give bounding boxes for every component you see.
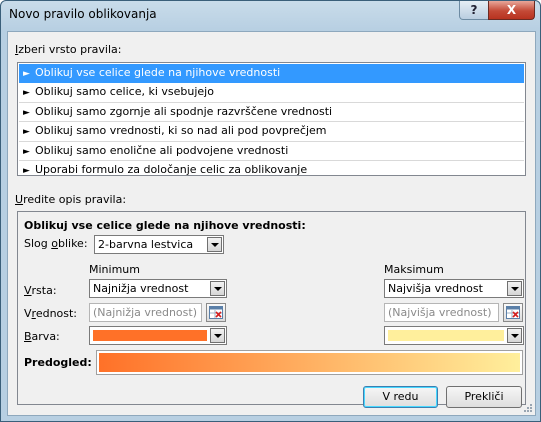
value-label: Vrednost: [24,307,78,320]
minimum-value-placeholder: (Najnižja vrednost) [93,306,197,319]
chevron-down-icon[interactable] [507,328,522,343]
dialog-body: Izberi vrsto pravila: ► Oblikuj vse celic… [7,31,536,416]
rule-item-all-cells[interactable]: ► Oblikuj vse celice glede na njihove vre… [19,64,524,84]
rule-type-list[interactable]: ► Oblikuj vse celice glede na njihove vre… [17,62,526,176]
preview-gradient [99,353,520,372]
maximum-value-input[interactable]: (Najvišja vrednost) [384,303,499,322]
arrow-right-icon: ► [23,165,30,176]
resize-grip-icon[interactable] [523,403,533,413]
minimum-value-input[interactable]: (Najnižja vrednost) [89,303,202,322]
rule-description-panel: Oblikuj vse celice glede na njihove vred… [17,211,526,405]
preview-label: Predogled: [24,356,92,369]
rule-item-contains[interactable]: ► Oblikuj samo celice, ki vsebujejo [19,83,524,103]
format-style-value: 2-barvna lestvica [98,238,194,251]
rule-item-label: Oblikuj vse celice glede na njihove vred… [35,66,281,79]
rule-description-label: Uredite opis pravila: [15,193,127,206]
arrow-right-icon: ► [23,127,30,138]
format-style-select[interactable]: 2-barvna lestvica [94,235,224,254]
dialog-window: Novo pravilo oblikovanja ? X Izberi vrst… [0,0,541,422]
title-bar[interactable]: Novo pravilo oblikovanja ? X [1,1,540,31]
type-label: Vrsta: [24,284,57,297]
rule-item-label: Oblikuj samo enolične ali podvojene vred… [35,143,289,157]
rule-type-label: Izberi vrsto pravila: [15,43,122,56]
close-button[interactable]: X [488,1,535,20]
dialog-title: Novo pravilo oblikovanja [9,7,157,21]
arrow-right-icon: ► [23,88,30,99]
rule-item-unique-duplicate[interactable]: ► Oblikuj samo enolične ali podvojene vre… [19,142,524,161]
description-heading: Oblikuj vse celice glede na njihove vred… [24,219,306,232]
rule-item-top-bottom[interactable]: ► Oblikuj samo zgornje ali spodnje razvrš… [19,103,524,123]
range-picker-icon [209,306,223,319]
rule-item-label: Oblikuj samo zgornje ali spodnje razvršč… [35,104,333,118]
chevron-down-icon[interactable] [210,281,225,296]
minimum-color-select[interactable] [89,326,227,345]
help-button[interactable]: ? [459,1,489,20]
minimum-range-picker-button[interactable] [206,303,226,322]
maximum-color-select[interactable] [384,326,524,345]
maximum-color-swatch [388,330,504,341]
preview-box [96,350,523,375]
rule-item-formula[interactable]: ► Uporabi formulo za določanje celic za o… [19,161,524,179]
maximum-type-select[interactable]: Najvišja vrednost [384,279,524,298]
rule-item-label: Oblikuj samo celice, ki vsebujejo [35,85,214,99]
maximum-type-value: Najvišja vrednost [388,282,483,295]
chevron-down-icon[interactable] [207,237,222,252]
minimum-type-select[interactable]: Najnižja vrednost [89,279,227,298]
chevron-down-icon[interactable] [507,281,522,296]
arrow-right-icon: ► [23,69,30,79]
rule-item-above-below-average[interactable]: ► Oblikuj samo vrednosti, ki so nad ali p… [19,122,524,142]
minimum-type-value: Najnižja vrednost [93,282,189,295]
chevron-down-icon[interactable] [210,328,225,343]
range-picker-icon [506,306,520,319]
minimum-header: Minimum [89,263,140,276]
rule-item-label: Uporabi formulo za določanje celic za ob… [35,162,308,176]
minimum-color-swatch [93,330,207,341]
arrow-right-icon: ► [23,146,30,157]
arrow-right-icon: ► [23,107,30,118]
format-style-label: Slog oblike: [24,237,88,250]
cancel-button[interactable]: Prekliči [446,386,522,408]
ok-button[interactable]: V redu [363,386,438,408]
color-label: Barva: [24,330,60,343]
maximum-value-placeholder: (Najvišja vrednost) [388,306,492,319]
maximum-range-picker-button[interactable] [503,303,523,322]
rule-item-label: Oblikuj samo vrednosti, ki so nad ali po… [35,124,327,138]
maximum-header: Maksimum [384,263,444,276]
